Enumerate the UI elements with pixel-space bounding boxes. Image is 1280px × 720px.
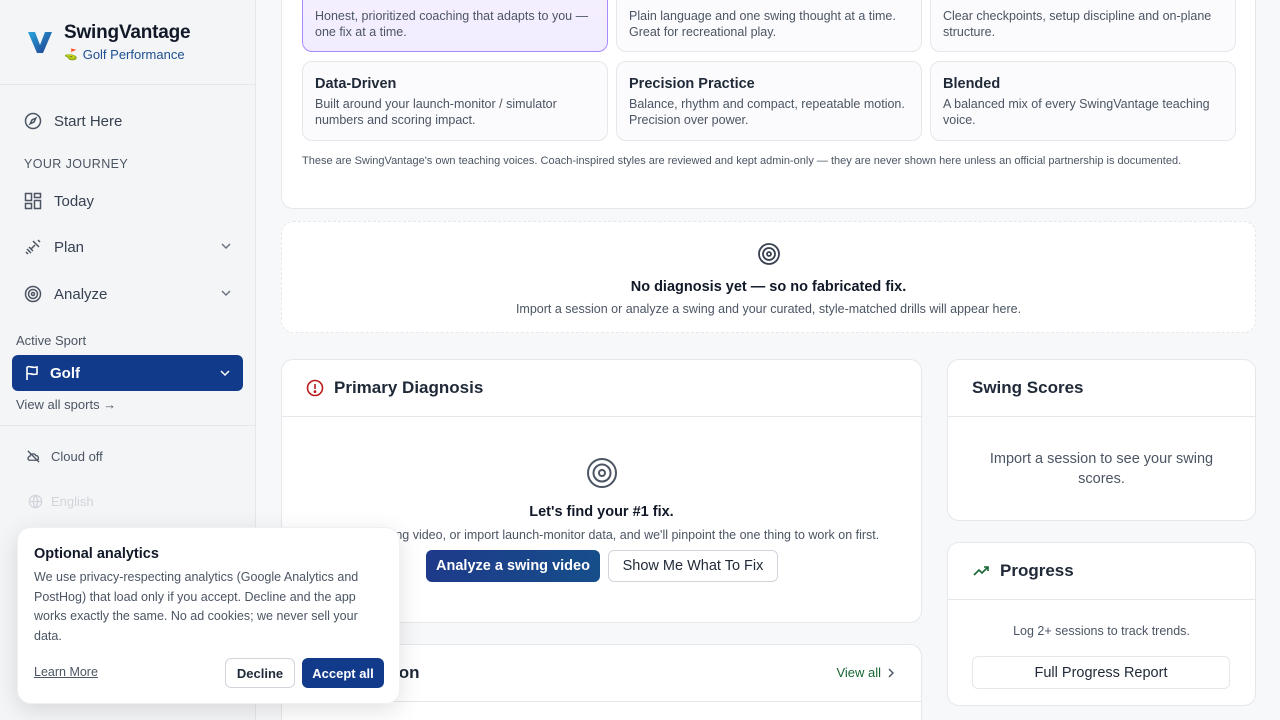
alert-circle-icon (306, 379, 324, 397)
full-progress-report-button[interactable]: Full Progress Report (972, 656, 1230, 689)
compass-icon (24, 112, 42, 130)
style-option[interactable]: Plain language and one swing thought at … (616, 0, 922, 52)
learn-more-link[interactable]: Learn More (34, 665, 98, 679)
style-title: Precision Practice (629, 76, 755, 92)
sidebar-divider (0, 425, 256, 426)
style-desc: A balanced mix of every SwingVantage tea… (943, 97, 1210, 127)
target-icon (586, 458, 617, 488)
primary-diagnosis-title: Primary Diagnosis (334, 378, 484, 397)
style-desc: Built around your launch-monitor / simul… (315, 97, 557, 127)
chevron-down-icon (221, 290, 231, 297)
view-all-sports-link[interactable]: View all sports → (16, 397, 116, 412)
style-title: Blended (943, 76, 1001, 92)
nav-analyze[interactable]: Analyze (12, 275, 244, 313)
swing-scores-header: Swing Scores (948, 360, 1255, 417)
golf-flag-icon: ⛳ (64, 49, 78, 61)
language-select[interactable]: English (28, 494, 94, 509)
nav-plan-label: Plan (54, 238, 85, 256)
show-me-what-to-fix-button[interactable]: Show Me What To Fix (608, 550, 778, 582)
nav-analyze-label: Analyze (54, 285, 108, 303)
brand-subtitle-row: ⛳ Golf Performance (64, 47, 190, 62)
chevron-right-icon (888, 668, 894, 677)
nav-start-here-label: Start Here (54, 112, 123, 130)
style-option-selected[interactable]: Honest, prioritized coaching that adapts… (302, 0, 608, 52)
style-desc: Plain language and one swing thought at … (629, 9, 896, 39)
progress-text: Log 2+ sessions to track trends. (1013, 624, 1190, 638)
brand-name: SwingVantage (64, 22, 191, 43)
accept-all-button[interactable]: Accept all (302, 658, 384, 688)
flag-icon (24, 365, 40, 381)
style-desc: Balance, rhythm and compact, repeatable … (629, 97, 905, 127)
target-icon (757, 243, 780, 265)
brand-subtitle: Golf Performance (82, 47, 185, 62)
chevron-down-icon (220, 370, 230, 377)
style-desc: Clear checkpoints, setup discipline and … (943, 9, 1212, 39)
active-sport-select[interactable]: Golf (12, 355, 243, 391)
coaching-style-card: Honest, prioritized coaching that adapts… (281, 0, 1256, 209)
view-all-link[interactable]: View all (836, 665, 895, 680)
style-option[interactable]: Clear checkpoints, setup discipline and … (930, 0, 1236, 52)
progress-body: Log 2+ sessions to track trends. (948, 624, 1255, 638)
view-all-label: View all (836, 665, 881, 680)
cloud-status-label: Cloud off (51, 449, 103, 464)
target-icon (24, 285, 42, 303)
active-sport-value: Golf (50, 364, 80, 382)
style-option-precision-practice[interactable]: Precision Practice Balance, rhythm and c… (616, 61, 922, 141)
swing-scores-text: Import a session to see your swing score… (989, 451, 1214, 487)
cloud-status[interactable]: Cloud off (26, 449, 103, 464)
swing-scores-card: Swing Scores Import a session to see you… (947, 359, 1256, 521)
trending-up-icon (972, 562, 990, 580)
active-sport-label: Active Sport (16, 333, 87, 348)
style-option-blended[interactable]: Blended A balanced mix of every SwingVan… (930, 61, 1236, 141)
style-desc: Honest, prioritized coaching that adapts… (315, 9, 589, 39)
analyze-swing-video-button[interactable]: Analyze a swing video (426, 550, 600, 582)
section-your-journey: YOUR JOURNEY (24, 157, 129, 171)
decline-button[interactable]: Decline (225, 658, 295, 688)
globe-icon (28, 494, 43, 509)
dashboard-grid-icon (24, 192, 42, 210)
swing-scores-title: Swing Scores (972, 378, 1084, 397)
nav-today[interactable]: Today (12, 182, 244, 220)
primary-diagnosis-heading: Let's find your #1 fix. (529, 504, 674, 520)
brand-header[interactable]: SwingVantage ⛳ Golf Performance (0, 0, 255, 85)
no-diagnosis-text: Import a session or analyze a swing and … (515, 302, 1022, 316)
analytics-consent-popup: Optional analytics We use privacy-respec… (17, 527, 400, 704)
primary-diagnosis-body: Let's find your #1 fix. Upload a swing v… (282, 417, 921, 542)
nav-start-here[interactable]: Start Here (12, 102, 244, 140)
progress-header: Progress (948, 543, 1255, 600)
progress-title: Progress (1000, 561, 1074, 580)
chevron-down-icon (221, 243, 231, 250)
primary-diagnosis-header: Primary Diagnosis (282, 360, 921, 417)
consent-text: We use privacy-respecting analytics (Goo… (34, 570, 359, 643)
progress-card: Progress Log 2+ sessions to track trends… (947, 542, 1256, 706)
style-title: Data-Driven (315, 76, 397, 92)
no-diagnosis-title: No diagnosis yet — so no fabricated fix. (630, 279, 907, 295)
nav-plan[interactable]: Plan (12, 228, 244, 266)
swingvantage-logo-icon (28, 32, 52, 53)
styles-note: These are SwingVantage's own teaching vo… (302, 155, 1182, 167)
cloud-off-icon (27, 450, 40, 463)
no-diagnosis-panel: No diagnosis yet — so no fabricated fix.… (281, 221, 1256, 333)
dumbbell-icon (24, 238, 42, 256)
style-option-data-driven[interactable]: Data-Driven Built around your launch-mon… (302, 61, 608, 141)
consent-title: Optional analytics (34, 546, 159, 562)
nav-today-label: Today (54, 192, 95, 210)
language-label: English (51, 494, 94, 509)
